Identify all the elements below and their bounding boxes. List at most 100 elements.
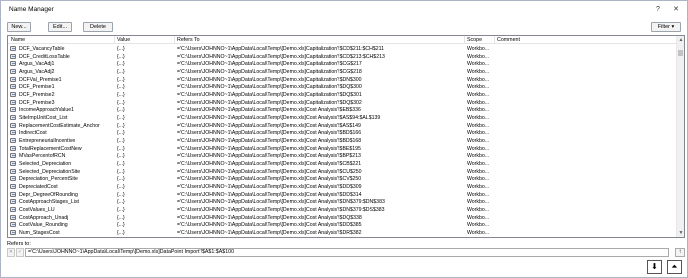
vertical-scrollbar[interactable]: ▲ ▼	[676, 36, 684, 237]
filter-button[interactable]: Filter ▾	[651, 22, 681, 32]
col-header-comment[interactable]: Comment	[497, 37, 520, 43]
table-row[interactable]: CostValue_Rounding {...} ='C:\Users\JOHNNO…	[8, 221, 677, 229]
row-value: {...}	[117, 69, 125, 76]
row-scope: Workbo...	[467, 76, 490, 83]
download-arrow-icon[interactable]: ⬇	[647, 260, 662, 274]
confirm-edit-icon[interactable]: ✓	[16, 248, 24, 257]
row-refers-to: ='C:\Users\JOHNNO~1\AppData\Local\Temp\[…	[177, 92, 362, 99]
row-value: {...}	[117, 46, 125, 52]
named-range-icon	[10, 176, 16, 182]
scroll-thumb[interactable]	[678, 50, 683, 56]
table-row[interactable]: DCF_Premise1 {...} ='C:\Users\JOHNNO~1\App…	[8, 83, 677, 91]
row-refers-to: ='C:\Users\JOHNNO~1\AppData\Local\Temp\[…	[177, 53, 385, 60]
row-name: Selected_DepreciationSite	[19, 168, 81, 175]
row-scope: Workbo...	[467, 145, 490, 152]
table-row[interactable]: DCF_CreditLossTable {...} ='C:\Users\JOHNN…	[8, 53, 677, 61]
named-range-icon	[10, 76, 16, 82]
cancel-edit-icon[interactable]: ✕	[7, 248, 15, 257]
table-row[interactable]: DepreciatedCost {...} ='C:\Users\JOHNNO~1\…	[8, 183, 677, 191]
refers-to-label: Refers to:	[7, 241, 31, 247]
row-value: {...}	[117, 61, 125, 68]
table-row[interactable]: DCF_Premise3 {...} ='C:\Users\JOHNNO~1\App…	[8, 99, 677, 107]
named-range-icon	[10, 84, 16, 90]
row-value: {...}	[117, 115, 125, 122]
row-refers-to: ='C:\Users\JOHNNO~1\AppData\Local\Temp\[…	[177, 99, 362, 106]
row-scope: Workbo...	[467, 191, 490, 198]
table-row[interactable]: SiteImpUnitCost_List {...} ='C:\Users\JOHN…	[8, 114, 677, 122]
table-row[interactable]: DCF_Premise2 {...} ='C:\Users\JOHNNO~1\App…	[8, 91, 677, 99]
col-header-value[interactable]: Value	[117, 37, 130, 43]
table-row[interactable]: DCFVal_Premise1 {...} ='C:\Users\JOHNNO~1\…	[8, 76, 677, 84]
row-refers-to: ='C:\Users\JOHNNO~1\AppData\Local\Temp\[…	[177, 76, 362, 83]
row-refers-to: ='C:\Users\JOHNNO~1\AppData\Local\Temp\[…	[177, 138, 362, 145]
row-name: Num_StagesCost	[19, 230, 60, 237]
table-row[interactable]: Argus_VacAdj2 {...} ='C:\Users\JOHNNO~1\Ap…	[8, 68, 677, 76]
named-range-icon	[10, 107, 16, 113]
row-name: DCF_CreditLossTable	[19, 53, 70, 60]
title-bar: Name Manager ? ✕	[1, 1, 687, 18]
row-scope: Workbo...	[467, 207, 490, 214]
row-scope: Workbo...	[467, 176, 490, 183]
row-refers-to: ='C:\Users\JOHNNO~1\AppData\Local\Temp\[…	[177, 161, 362, 168]
table-row[interactable]: Num_StagesCost {...} ='C:\Users\JOHNNO~1\A…	[8, 229, 677, 237]
row-value: {...}	[117, 161, 125, 168]
row-name: CostApproach_Unadj	[19, 214, 69, 221]
table-row[interactable]: EntrepreneurialIncentive {...} ='C:\Users\…	[8, 137, 677, 145]
table-row[interactable]: ReplacementCostEstimate_Anchor {...} ='C:\…	[8, 122, 677, 130]
table-row[interactable]: IncomeApproachValue1 {...} ='C:\Users\JOHN…	[8, 106, 677, 114]
delete-button[interactable]: Delete	[83, 22, 113, 32]
row-refers-to: ='C:\Users\JOHNNO~1\AppData\Local\Temp\[…	[177, 207, 385, 214]
table-row[interactable]: Depr_DegreeOfRounding {...} ='C:\Users\JOH…	[8, 191, 677, 199]
table-row[interactable]: Selected_DepreciationSite {...} ='C:\Users…	[8, 168, 677, 176]
table-row[interactable]: CostValues_LU {...} ='C:\Users\JOHNNO~1\Ap…	[8, 206, 677, 214]
scroll-up-arrow-icon[interactable]: ▲	[677, 36, 684, 44]
named-range-icon	[10, 92, 16, 98]
table-row[interactable]: Selected_Depreciation {...} ='C:\Users\JOH…	[8, 160, 677, 168]
refers-to-input[interactable]: ='C:\Users\JOHNNO~1\AppData\Local\Temp\[…	[25, 248, 669, 257]
named-range-icon	[10, 145, 16, 151]
edit-button[interactable]: Edit...	[48, 22, 72, 32]
collapse-dialog-icon[interactable]: ↑	[675, 248, 685, 257]
row-value: {...}	[117, 199, 125, 206]
table-row[interactable]: DCF_VacancyTable {...} ='C:\Users\JOHNNO~1…	[8, 45, 677, 53]
window-title: Name Manager	[9, 6, 54, 13]
named-range-icon	[10, 46, 16, 51]
named-range-icon	[10, 130, 16, 136]
new-button[interactable]: New...	[7, 22, 31, 32]
name-manager-dialog: Name Manager ? ✕ New... Edit... Delete F…	[0, 0, 688, 278]
row-scope: Workbo...	[467, 61, 490, 68]
row-scope: Workbo...	[467, 153, 490, 160]
named-range-icon	[10, 115, 16, 121]
col-header-refers-to[interactable]: Refers To	[177, 37, 200, 43]
col-header-name[interactable]: Name	[11, 37, 25, 43]
scroll-down-arrow-icon[interactable]: ▼	[677, 229, 684, 237]
row-scope: Workbo...	[467, 69, 490, 76]
up-triangle-icon[interactable]: ⏶	[667, 260, 682, 274]
row-name: DepreciatedCost	[19, 184, 58, 191]
close-button[interactable]: ✕	[669, 4, 683, 15]
row-name: TotalReplacementCostNew	[19, 145, 82, 152]
named-range-icon	[10, 184, 16, 190]
row-name: CostValues_LU	[19, 207, 55, 214]
names-list[interactable]: Name Value Refers To Scope Comment DCF_V…	[7, 35, 685, 238]
named-range-icon	[10, 122, 16, 128]
row-refers-to: ='C:\Users\JOHNNO~1\AppData\Local\Temp\[…	[177, 46, 385, 52]
table-row[interactable]: Depreciation_PercentSite {...} ='C:\Users\…	[8, 175, 677, 183]
table-row[interactable]: CostApproachStages_List {...} ='C:\Users\J…	[8, 198, 677, 206]
table-row[interactable]: IndirectCost {...} ='C:\Users\JOHNNO~1\App…	[8, 129, 677, 137]
help-button[interactable]: ?	[651, 4, 665, 15]
table-row[interactable]: MVasPercentofRCN {...} ='C:\Users\JOHNNO~1…	[8, 152, 677, 160]
table-row[interactable]: CostApproach_Unadj {...} ='C:\Users\JOHNNO…	[8, 214, 677, 222]
row-scope: Workbo...	[467, 46, 490, 52]
col-header-scope[interactable]: Scope	[467, 37, 482, 43]
row-refers-to: ='C:\Users\JOHNNO~1\AppData\Local\Temp\[…	[177, 214, 362, 221]
row-scope: Workbo...	[467, 115, 490, 122]
table-row[interactable]: Argus_VacAdj1 {...} ='C:\Users\JOHNNO~1\Ap…	[8, 60, 677, 68]
named-range-icon	[10, 138, 16, 144]
row-scope: Workbo...	[467, 92, 490, 99]
named-range-icon	[10, 99, 16, 105]
named-range-icon	[10, 61, 16, 67]
row-name: Depr_DegreeOfRounding	[19, 191, 78, 198]
table-row[interactable]: TotalReplacementCostNew {...} ='C:\Users\J…	[8, 145, 677, 153]
row-refers-to: ='C:\Users\JOHNNO~1\AppData\Local\Temp\[…	[177, 222, 362, 229]
